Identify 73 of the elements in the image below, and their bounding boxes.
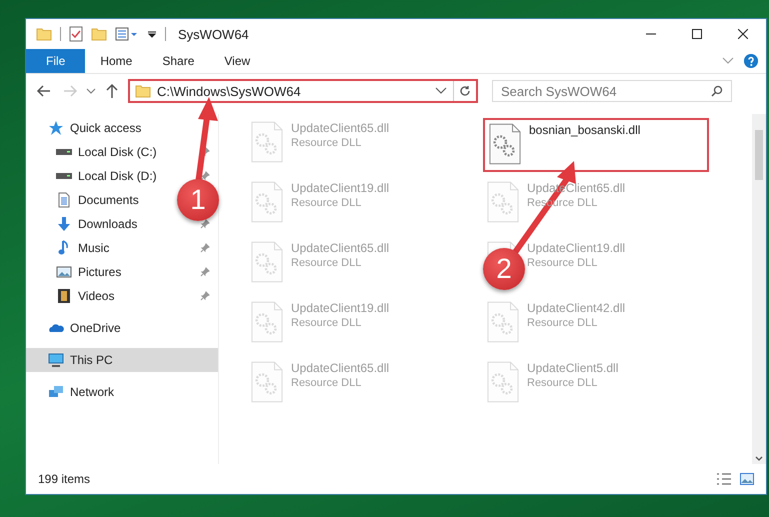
maximize-button[interactable] <box>692 29 702 39</box>
drive-icon <box>56 173 72 179</box>
picture-icon <box>56 264 72 280</box>
pin-icon[interactable] <box>200 219 210 229</box>
sidebar-item[interactable]: Music <box>78 241 110 255</box>
search-field[interactable]: Search SysWOW64 <box>492 80 732 102</box>
sidebar-item[interactable]: Documents <box>78 193 139 207</box>
step-number-badge: 1 <box>177 179 219 221</box>
pin-icon[interactable] <box>200 291 210 301</box>
sidebar-item[interactable]: Videos <box>78 289 114 303</box>
file-type: Resource DLL <box>291 197 362 209</box>
window-title: SysWOW64 <box>178 26 249 42</box>
monitor-icon <box>48 352 64 368</box>
new-folder-icon <box>91 27 107 41</box>
search-icon <box>711 85 723 97</box>
sidebar-item[interactable]: Local Disk (C:) <box>78 145 157 159</box>
scrollbar[interactable] <box>752 114 766 464</box>
help-icon[interactable] <box>744 54 758 68</box>
file-name[interactable]: bosnian_bosanski.dll <box>529 123 640 137</box>
scrollbar-thumb[interactable] <box>755 130 763 180</box>
file-type: Resource DLL <box>291 137 362 149</box>
sidebar-item[interactable]: Downloads <box>78 217 138 231</box>
file-type: Resource DLL <box>291 257 362 269</box>
file-menu-tab[interactable]: File <box>26 49 86 73</box>
chevron-down-icon[interactable] <box>435 87 447 95</box>
sidebar-item[interactable]: Local Disk (D:) <box>78 169 157 183</box>
file-type: Resource DLL <box>527 317 598 329</box>
folder-icon <box>135 84 151 98</box>
scroll-down-icon[interactable] <box>755 456 763 462</box>
pin-icon[interactable] <box>200 267 210 277</box>
gear-file-icon <box>487 301 519 343</box>
gear-file-icon <box>251 181 283 223</box>
gear-file-icon <box>489 123 521 165</box>
large-icons-view-icon[interactable] <box>740 473 754 485</box>
ribbon-tab[interactable]: Share <box>147 49 210 73</box>
sidebar-item[interactable]: Pictures <box>78 265 122 279</box>
folder-icon <box>36 27 52 41</box>
dropdown-icon[interactable] <box>147 29 157 39</box>
gear-file-icon <box>251 301 283 343</box>
file-type: Resource DLL <box>291 317 362 329</box>
sidebar-item[interactable]: Network <box>70 385 114 399</box>
document-icon <box>56 192 72 208</box>
drive-icon <box>56 149 72 155</box>
chevron-down-icon[interactable] <box>86 87 96 95</box>
address-bar[interactable]: C:\Windows\SysWOW64 <box>128 79 478 103</box>
ribbon-tab[interactable]: Home <box>85 49 148 73</box>
details-view-icon[interactable] <box>716 473 732 485</box>
minimize-button[interactable] <box>646 33 656 35</box>
sidebar-item[interactable]: OneDrive <box>70 321 121 335</box>
gear-file-icon <box>251 241 283 283</box>
film-icon <box>56 288 72 304</box>
step-number-badge: 2 <box>483 248 525 290</box>
pin-icon[interactable] <box>200 243 210 253</box>
file-type: Resource DLL <box>291 377 362 389</box>
gear-file-icon <box>487 361 519 403</box>
properties-icon[interactable] <box>115 27 139 41</box>
pin-icon[interactable] <box>200 171 210 181</box>
star-icon <box>48 120 64 136</box>
close-button[interactable] <box>738 29 748 39</box>
sidebar-item[interactable]: Quick access <box>70 121 142 135</box>
item-count: 199 items <box>38 472 90 486</box>
network-icon <box>48 384 64 400</box>
file-type: Resource DLL <box>527 377 598 389</box>
address-path: C:\Windows\SysWOW64 <box>157 84 302 98</box>
down-arrow-icon <box>56 216 72 232</box>
file-type: Resource DLL <box>527 257 598 269</box>
sidebar-item[interactable]: This PC <box>26 348 218 372</box>
refresh-icon[interactable] <box>459 85 471 97</box>
gear-file-icon <box>251 361 283 403</box>
ribbon-tab[interactable]: View <box>209 49 266 73</box>
checklist-icon[interactable] <box>69 26 83 42</box>
gear-file-icon <box>251 121 283 163</box>
gear-file-icon <box>487 181 519 223</box>
